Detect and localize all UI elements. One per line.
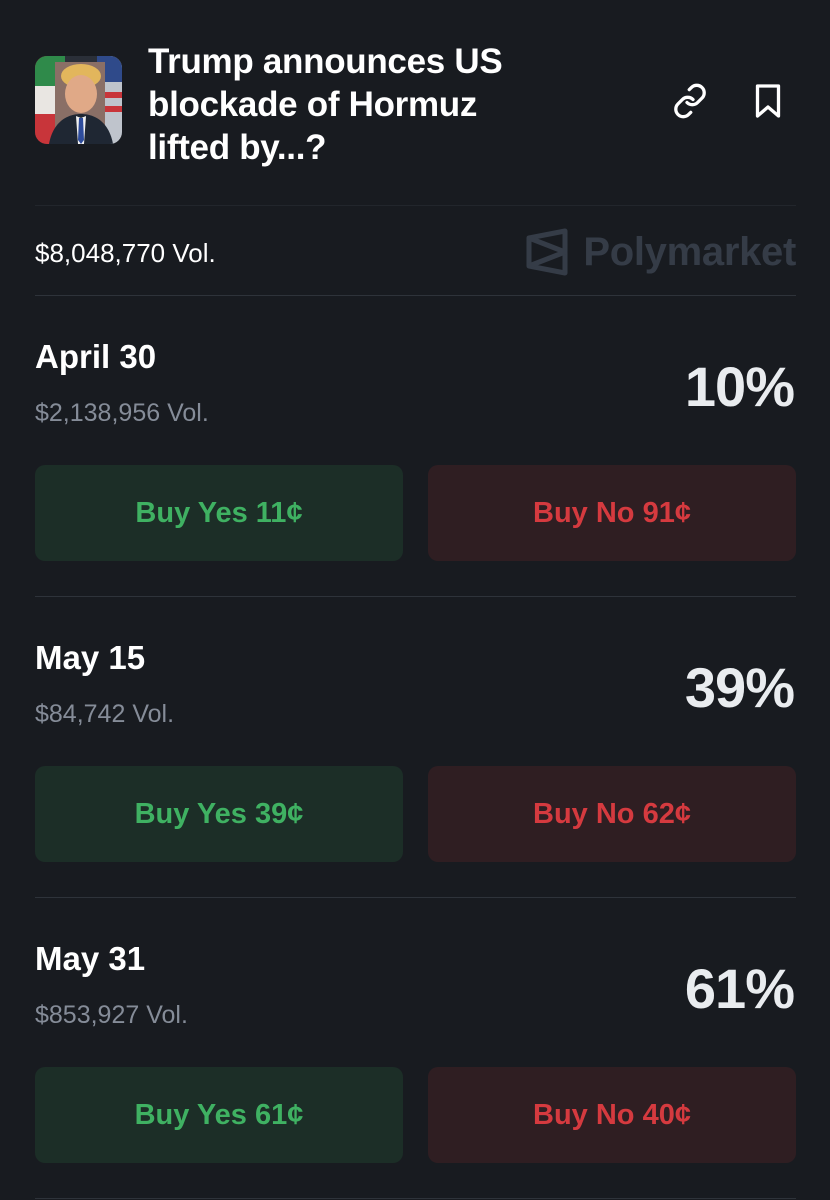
outcome-volume: $853,927 Vol. <box>35 1001 188 1029</box>
buy-no-button[interactable]: Buy No 40¢ <box>428 1067 796 1163</box>
link-icon[interactable] <box>671 82 709 120</box>
outcome-volume: $2,138,956 Vol. <box>35 399 209 427</box>
outcome-date: April 30 <box>35 338 157 375</box>
header-actions <box>671 82 787 120</box>
market-header: Trump announces US blockade of Hormuz li… <box>35 0 796 206</box>
market-title: Trump announces US blockade of Hormuz li… <box>148 42 503 167</box>
outcome-date: May 15 <box>35 639 146 676</box>
outcome-percent: 10% <box>684 355 795 418</box>
outcome-date: May 31 <box>35 940 146 977</box>
outcome-volume: $84,742 Vol. <box>35 700 175 728</box>
market-thumbnail-image <box>35 56 122 144</box>
market-thumbnail[interactable] <box>35 56 122 144</box>
total-volume: $8,048,770 Vol. <box>35 238 216 268</box>
market-card: Trump announces US blockade of Hormuz li… <box>0 0 830 1200</box>
buy-yes-button[interactable]: Buy Yes 39¢ <box>35 766 403 862</box>
buy-yes-button[interactable]: Buy Yes 61¢ <box>35 1067 403 1163</box>
outcome-row: May 31 $853,927 Vol. 61% Buy Yes 61¢ Buy… <box>35 898 796 1199</box>
outcome-percent: 61% <box>684 957 795 1020</box>
outcome-row: May 15 $84,742 Vol. 39% Buy Yes 39¢ Buy … <box>35 597 796 898</box>
bookmark-icon[interactable] <box>749 82 787 120</box>
outcome-percent: 39% <box>684 656 795 719</box>
buy-yes-button[interactable]: Buy Yes 11¢ <box>35 465 403 561</box>
brand-name: Polymarket <box>583 229 796 274</box>
brand-watermark: Polymarket <box>525 228 796 276</box>
buy-no-button[interactable]: Buy No 91¢ <box>428 465 796 561</box>
polymarket-logo-icon <box>526 228 568 276</box>
buy-no-button[interactable]: Buy No 62¢ <box>428 766 796 862</box>
volume-row: $8,048,770 Vol. Polymarket <box>35 206 796 296</box>
outcome-row: April 30 $2,138,956 Vol. 10% Buy Yes 11¢… <box>35 296 796 597</box>
